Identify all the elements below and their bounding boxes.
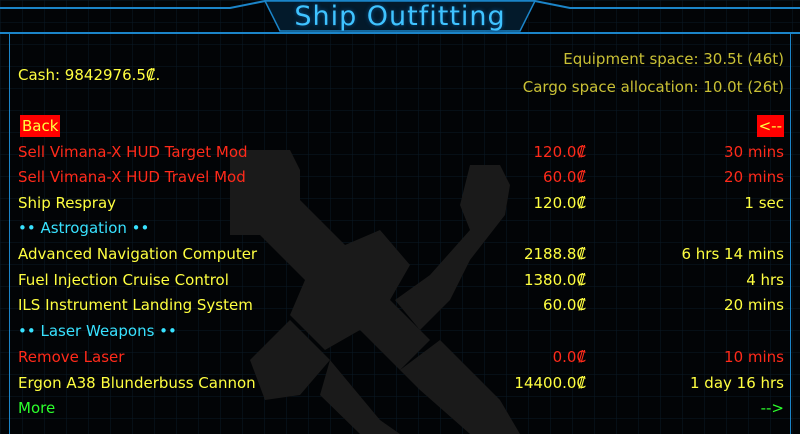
item-name: Sell Vimana-X HUD Travel Mod: [18, 168, 246, 186]
list-item[interactable]: Sell Vimana-X HUD Target Mod 120.0₡ 30 m…: [18, 141, 784, 163]
item-time: 1 day 16 hrs: [689, 374, 784, 392]
back-button[interactable]: Back: [20, 115, 61, 137]
cash-label: Cash: 9842976.5₡.: [18, 66, 161, 84]
list-item[interactable]: Remove Laser 0.0₡ 10 mins: [18, 346, 784, 368]
item-name: Ergon A38 Blunderbuss Cannon: [18, 374, 256, 392]
item-price: 14400.0₡: [514, 374, 586, 392]
item-time: 4 hrs: [746, 271, 784, 289]
section-header-astrogation: •• Astrogation ••: [18, 217, 784, 239]
section-header-laser-weapons: •• Laser Weapons ••: [18, 320, 784, 342]
list-item[interactable]: Ergon A38 Blunderbuss Cannon 14400.0₡ 1 …: [18, 372, 784, 394]
item-price: 1380.0₡: [523, 271, 586, 289]
item-time: 10 mins: [724, 348, 784, 366]
list-item[interactable]: Sell Vimana-X HUD Travel Mod 60.0₡ 20 mi…: [18, 166, 784, 188]
page-title: Ship Outfitting: [294, 1, 506, 32]
item-time: 20 mins: [724, 296, 784, 314]
section-label: •• Laser Weapons ••: [18, 322, 177, 340]
item-time: 20 mins: [724, 168, 784, 186]
item-name: ILS Instrument Landing System: [18, 296, 253, 314]
item-name: Sell Vimana-X HUD Target Mod: [18, 143, 248, 161]
item-name: Remove Laser: [18, 348, 125, 366]
section-label: •• Astrogation ••: [18, 219, 150, 237]
back-arrow[interactable]: <--: [756, 115, 784, 137]
more-row[interactable]: More -->: [18, 397, 784, 419]
list-item[interactable]: ILS Instrument Landing System 60.0₡ 20 m…: [18, 294, 784, 316]
item-name: Fuel Injection Cruise Control: [18, 271, 229, 289]
item-name: Ship Respray: [18, 194, 117, 212]
item-price: 120.0₡: [533, 143, 587, 161]
item-time: 30 mins: [724, 143, 784, 161]
item-price: 60.0₡: [543, 168, 586, 186]
more-arrow[interactable]: -->: [761, 397, 784, 419]
list-item[interactable]: Fuel Injection Cruise Control 1380.0₡ 4 …: [18, 269, 784, 291]
item-time: 1 sec: [744, 194, 784, 212]
item-time: 6 hrs 14 mins: [681, 245, 784, 263]
equipment-space-label: Equipment space: 30.5t (46t): [563, 50, 784, 68]
item-price: 0.0₡: [552, 348, 586, 366]
item-price: 2188.8₡: [523, 245, 586, 263]
list-item[interactable]: Advanced Navigation Computer 2188.8₡ 6 h…: [18, 243, 784, 265]
back-row[interactable]: Back <--: [18, 115, 784, 137]
more-button[interactable]: More: [18, 397, 55, 419]
item-name: Advanced Navigation Computer: [18, 245, 258, 263]
list-item[interactable]: Ship Respray 120.0₡ 1 sec: [18, 192, 784, 214]
cargo-space-label: Cargo space allocation: 10.0t (26t): [522, 78, 784, 96]
item-price: 60.0₡: [543, 296, 586, 314]
item-price: 120.0₡: [533, 194, 587, 212]
